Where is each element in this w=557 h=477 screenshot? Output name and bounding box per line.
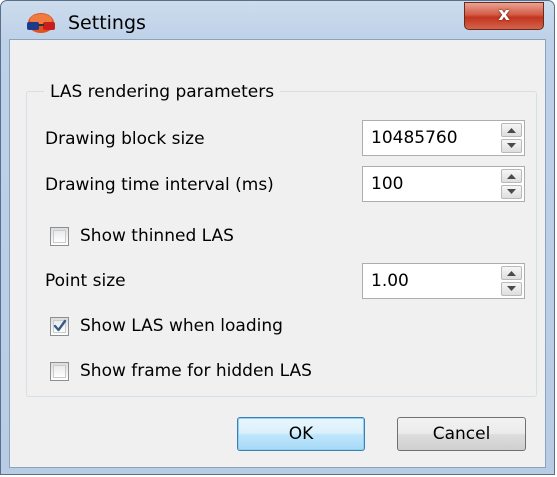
chevron-down-icon [507,143,516,148]
block-size-down-button[interactable] [501,139,522,153]
show-when-loading-label[interactable]: Show LAS when loading [80,316,283,336]
time-interval-down-button[interactable] [501,185,522,199]
chevron-up-icon [507,271,516,276]
point-size-label: Point size [45,271,126,291]
close-icon: x [498,4,510,25]
cancel-button[interactable]: Cancel [397,417,526,451]
chevron-up-icon [507,174,516,179]
show-when-loading-checkbox[interactable] [50,317,69,336]
block-size-spinbox[interactable]: 10485760 [362,120,525,156]
show-frame-hidden-checkbox[interactable] [50,362,69,381]
title-bar[interactable]: Settings x [1,1,554,39]
chevron-down-icon [507,286,516,291]
las-3d-glasses-icon [27,13,55,33]
chevron-up-icon [507,128,516,133]
show-thinned-label[interactable]: Show thinned LAS [80,226,234,246]
checkmark-icon [53,319,67,332]
ok-button[interactable]: OK [237,417,365,451]
show-frame-hidden-label[interactable]: Show frame for hidden LAS [80,361,312,381]
point-size-up-button[interactable] [501,266,522,280]
time-interval-label: Drawing time interval (ms) [45,175,274,195]
chevron-down-icon [507,189,516,194]
point-size-spinbox[interactable]: 1.00 [362,263,525,299]
show-thinned-checkbox[interactable] [50,227,69,246]
block-size-label: Drawing block size [45,129,205,149]
point-size-down-button[interactable] [501,282,522,296]
time-interval-value[interactable]: 100 [371,174,403,194]
window-title: Settings [68,12,146,34]
block-size-value[interactable]: 10485760 [371,128,458,148]
time-interval-spinbox[interactable]: 100 [362,166,525,202]
close-button[interactable]: x [464,2,544,30]
group-title: LAS rendering parameters [44,82,281,102]
point-size-value[interactable]: 1.00 [371,271,409,291]
time-interval-up-button[interactable] [501,169,522,183]
block-size-up-button[interactable] [501,123,522,137]
